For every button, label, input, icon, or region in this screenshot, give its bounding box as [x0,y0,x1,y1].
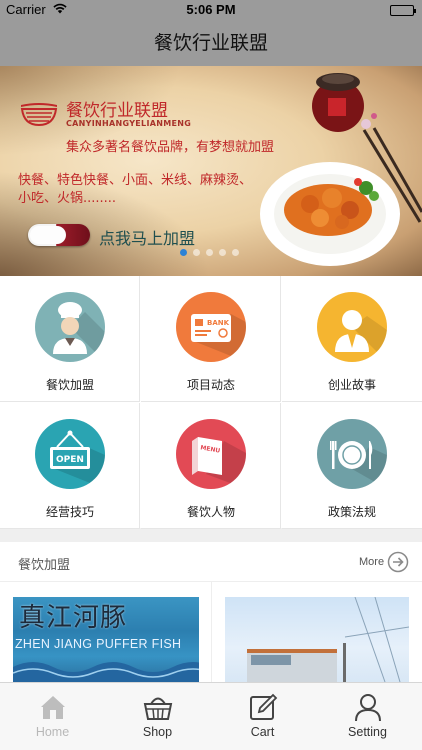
page-dot[interactable] [180,249,187,256]
tab-bar: Home Shop Cart Setting [0,682,422,750]
category-label: 项目动态 [186,378,235,392]
category-project-news[interactable]: BANK 项目动态 [141,276,281,402]
page-dot[interactable] [193,249,200,256]
section-title: 餐饮加盟 [18,558,71,573]
category-startup-stories[interactable]: 创业故事 [282,276,422,402]
page-title: 餐饮行业联盟 [153,32,268,54]
section-header: 餐饮加盟 More [0,542,422,582]
franchise-card[interactable] [225,597,409,682]
category-label: 餐饮加盟 [45,378,94,392]
card-title: 真江河豚 [19,603,128,633]
page-dot[interactable] [219,249,226,256]
home-icon [37,691,69,723]
tab-label: Cart [250,725,275,739]
food-plate-illustration [258,158,408,272]
franchise-section: 餐饮加盟 More 真江河豚 ZHEN JIANG PUFFER FISH [0,542,422,682]
banner-page-indicator[interactable] [180,241,245,256]
banner-menu-line: 小吃、火锅........ [18,191,117,206]
category-label: 经营技巧 [45,505,94,519]
category-business-tips[interactable]: OPEN 经营技巧 [0,403,140,529]
banner-brand: 餐饮行业联盟 [66,101,168,121]
promo-banner[interactable]: 餐饮行业联盟 CANYINHANGYELIANMENG 集众多著名餐饮品牌，有梦… [0,66,422,276]
more-link[interactable]: More [359,556,384,568]
category-restaurant-people[interactable]: MENU 餐饮人物 [141,403,281,529]
tab-home[interactable]: Home [0,683,105,750]
banner-menu-line: 快餐、特色快餐、小面、米线、麻辣烫、 [18,173,253,188]
franchise-card[interactable]: 真江河豚 ZHEN JIANG PUFFER FISH [13,597,199,682]
waves-image [13,655,199,682]
status-time: 5:06 PM [186,2,236,17]
bank-card-icon: BANK [176,292,246,362]
tab-label: Home [35,725,70,739]
category-label: 政策法规 [327,505,376,519]
bowl-logo-icon [20,98,58,132]
tab-label: Shop [142,725,173,739]
tab-label: Setting [348,725,387,739]
battery-icon [390,5,416,16]
page-dot[interactable] [232,249,239,256]
tab-cart[interactable]: Cart [210,683,315,750]
app-screen: Carrier 5:06 PM 餐饮行业联盟 餐饮行业联盟 CANYINHANG… [0,0,422,750]
status-bar: Carrier 5:06 PM [0,0,422,20]
navigation-bar: 餐饮行业联盟 [0,20,422,66]
svg-text:BANK: BANK [207,319,230,327]
building-photo [247,597,409,682]
businessman-icon [317,292,387,362]
person-icon [352,691,384,723]
category-restaurant-franchise[interactable]: 餐饮加盟 [0,276,140,402]
chef-icon [35,292,105,362]
category-policies-regulations[interactable]: 政策法规 [282,403,422,529]
page-dot[interactable] [206,249,213,256]
svg-text:OPEN: OPEN [56,455,84,465]
tab-setting[interactable]: Setting [315,683,422,750]
category-label: 餐饮人物 [186,505,235,519]
banner-slogan: 集众多著名餐饮品牌，有梦想就加盟 [66,140,275,155]
basket-icon [142,691,174,723]
plate-cutlery-icon [317,419,387,489]
menu-book-icon: MENU [176,419,246,489]
category-label: 创业故事 [327,378,376,392]
open-sign-icon: OPEN [35,419,105,489]
card-subtitle: ZHEN JIANG PUFFER FISH [15,637,182,651]
join-toggle[interactable] [28,224,90,246]
category-grid: 餐饮加盟 BANK 项目动态 创业故事 OPEN 经营技巧 MENU 餐饮人物 … [0,276,422,529]
edit-icon [247,691,279,723]
arrow-right-circle-icon[interactable] [387,551,409,577]
tab-shop[interactable]: Shop [105,683,210,750]
banner-brand-pinyin: CANYINHANGYELIANMENG [66,119,192,128]
